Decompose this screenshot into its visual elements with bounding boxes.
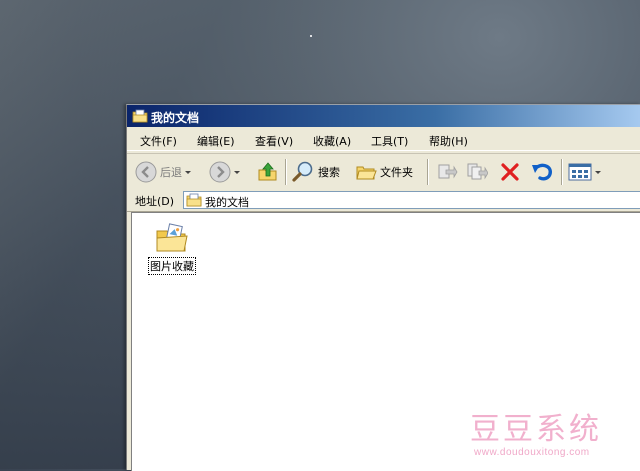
menu-file[interactable]: 文件(F) bbox=[137, 133, 180, 149]
undo-icon bbox=[530, 161, 554, 183]
address-input[interactable]: 我的文档 bbox=[183, 191, 640, 209]
back-arrow-icon bbox=[135, 161, 157, 183]
title-bar[interactable]: 我的文档 bbox=[127, 105, 640, 127]
forward-dropdown-icon[interactable] bbox=[234, 170, 240, 174]
toolbar-separator bbox=[561, 159, 563, 185]
up-folder-button[interactable] bbox=[257, 158, 279, 186]
delete-x-icon bbox=[499, 161, 521, 183]
toolbar: 后退 搜索 文件夹 bbox=[127, 153, 640, 191]
toolbar-separator bbox=[427, 159, 429, 185]
address-value: 我的文档 bbox=[205, 196, 249, 209]
menu-view[interactable]: 查看(V) bbox=[252, 133, 296, 149]
views-button[interactable] bbox=[568, 158, 601, 186]
forward-arrow-icon bbox=[209, 161, 231, 183]
desktop-dot bbox=[310, 35, 312, 37]
my-documents-icon bbox=[186, 192, 202, 211]
back-label: 后退 bbox=[160, 166, 182, 179]
copy-to-icon bbox=[466, 161, 488, 183]
search-label: 搜索 bbox=[318, 166, 340, 179]
folder-icon bbox=[355, 161, 377, 183]
folders-button[interactable]: 文件夹 bbox=[355, 158, 413, 186]
back-dropdown-icon[interactable] bbox=[185, 170, 191, 174]
search-icon bbox=[291, 160, 315, 184]
delete-button[interactable] bbox=[499, 158, 521, 186]
window-title: 我的文档 bbox=[151, 111, 200, 125]
undo-button[interactable] bbox=[530, 158, 554, 186]
up-folder-icon bbox=[257, 161, 279, 183]
back-button[interactable]: 后退 bbox=[135, 158, 191, 186]
menu-help[interactable]: 帮助(H) bbox=[426, 133, 471, 149]
menu-favorites[interactable]: 收藏(A) bbox=[310, 133, 354, 149]
address-bar: 地址(D) 我的文档 bbox=[127, 189, 640, 212]
move-to-icon bbox=[436, 161, 458, 183]
folders-label: 文件夹 bbox=[380, 166, 413, 179]
menu-edit[interactable]: 编辑(E) bbox=[194, 133, 238, 149]
file-item-pictures[interactable]: 图片收藏 bbox=[144, 221, 200, 275]
address-label: 地址(D) bbox=[135, 195, 175, 208]
copy-to-button[interactable] bbox=[466, 158, 488, 186]
watermark-url: www.doudouxitong.com bbox=[474, 447, 590, 458]
views-icon bbox=[568, 162, 592, 182]
menu-bar: 文件(F) 编辑(E) 查看(V) 收藏(A) 工具(T) 帮助(H) bbox=[127, 130, 640, 151]
pictures-folder-icon bbox=[155, 221, 189, 255]
my-documents-icon bbox=[132, 108, 148, 124]
watermark-logo-text: 豆豆系统 bbox=[470, 412, 602, 447]
forward-button[interactable] bbox=[209, 158, 240, 186]
search-button[interactable]: 搜索 bbox=[291, 158, 340, 186]
file-label: 图片收藏 bbox=[148, 257, 196, 275]
toolbar-separator bbox=[285, 159, 287, 185]
menu-tools[interactable]: 工具(T) bbox=[368, 133, 411, 149]
views-dropdown-icon[interactable] bbox=[595, 170, 601, 174]
move-to-button[interactable] bbox=[436, 158, 458, 186]
